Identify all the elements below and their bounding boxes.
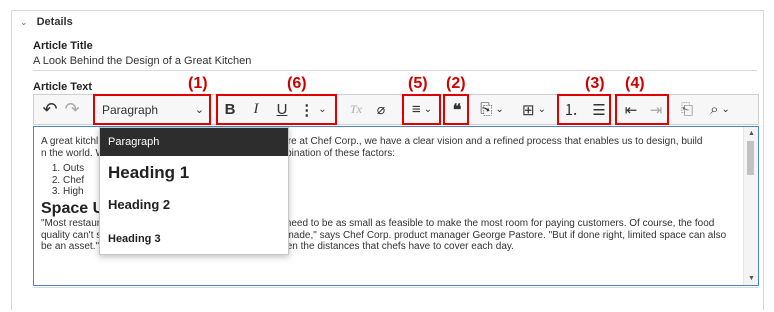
find-icon: ⌕ <box>710 101 719 118</box>
highlight-box-5 <box>402 94 441 125</box>
callout-2: (2) <box>446 75 466 92</box>
find-replace-button[interactable]: ⌕ ⌄ <box>702 95 738 124</box>
undo-icon[interactable]: ↶ <box>40 95 60 124</box>
scroll-up-icon[interactable]: ▲ <box>748 130 755 137</box>
callout-5: (5) <box>408 75 428 92</box>
divider <box>33 70 757 71</box>
link-icon[interactable]: ⌀ <box>371 95 391 124</box>
vertical-scrollbar[interactable]: ▲ ▼ <box>743 127 758 285</box>
chevron-down-icon: ⌄ <box>721 104 730 115</box>
highlight-box-4 <box>615 94 669 125</box>
table-button[interactable]: ⊞ ⌄ <box>516 95 552 124</box>
highlight-box-1 <box>93 94 211 125</box>
details-section-header[interactable]: ⌄ Details <box>20 16 73 28</box>
callout-3: (3) <box>585 75 605 92</box>
details-section-title: Details <box>36 16 73 28</box>
highlight-box-6 <box>216 94 337 125</box>
table-icon: ⊞ <box>522 101 535 119</box>
dropdown-item-paragraph[interactable]: Paragraph <box>100 128 288 156</box>
article-title-label: Article Title <box>33 40 93 52</box>
highlight-box-3 <box>557 94 611 125</box>
chevron-down-icon: ⌄ <box>495 104 504 115</box>
insert-template-button[interactable]: ⎘ ⌄ <box>474 95 510 124</box>
clear-format-button[interactable]: Tx <box>347 95 365 124</box>
dropdown-item-heading-1[interactable]: Heading 1 <box>100 160 288 186</box>
highlight-box-2 <box>443 94 469 125</box>
dropdown-item-heading-3[interactable]: Heading 3 <box>100 229 288 249</box>
divider <box>33 287 759 288</box>
article-text-label: Article Text <box>33 81 93 93</box>
paste-icon[interactable]: ⎗ <box>677 95 697 124</box>
redo-icon[interactable]: ↷ <box>62 95 82 124</box>
insert-template-icon: ⎘ <box>480 101 493 118</box>
callout-6: (6) <box>287 75 307 92</box>
chevron-down-icon: ⌄ <box>537 104 546 115</box>
article-title-value[interactable]: A Look Behind the Design of a Great Kitc… <box>33 55 251 67</box>
scroll-down-icon[interactable]: ▼ <box>748 275 755 282</box>
dropdown-item-heading-2[interactable]: Heading 2 <box>100 194 288 216</box>
callout-1: (1) <box>188 75 208 92</box>
scrollbar-thumb[interactable] <box>747 141 754 175</box>
callout-4: (4) <box>625 75 645 92</box>
chevron-down-icon[interactable]: ⌄ <box>20 17 28 27</box>
paragraph-format-dropdown: Paragraph Heading 1 Heading 2 Heading 3 <box>99 127 289 255</box>
